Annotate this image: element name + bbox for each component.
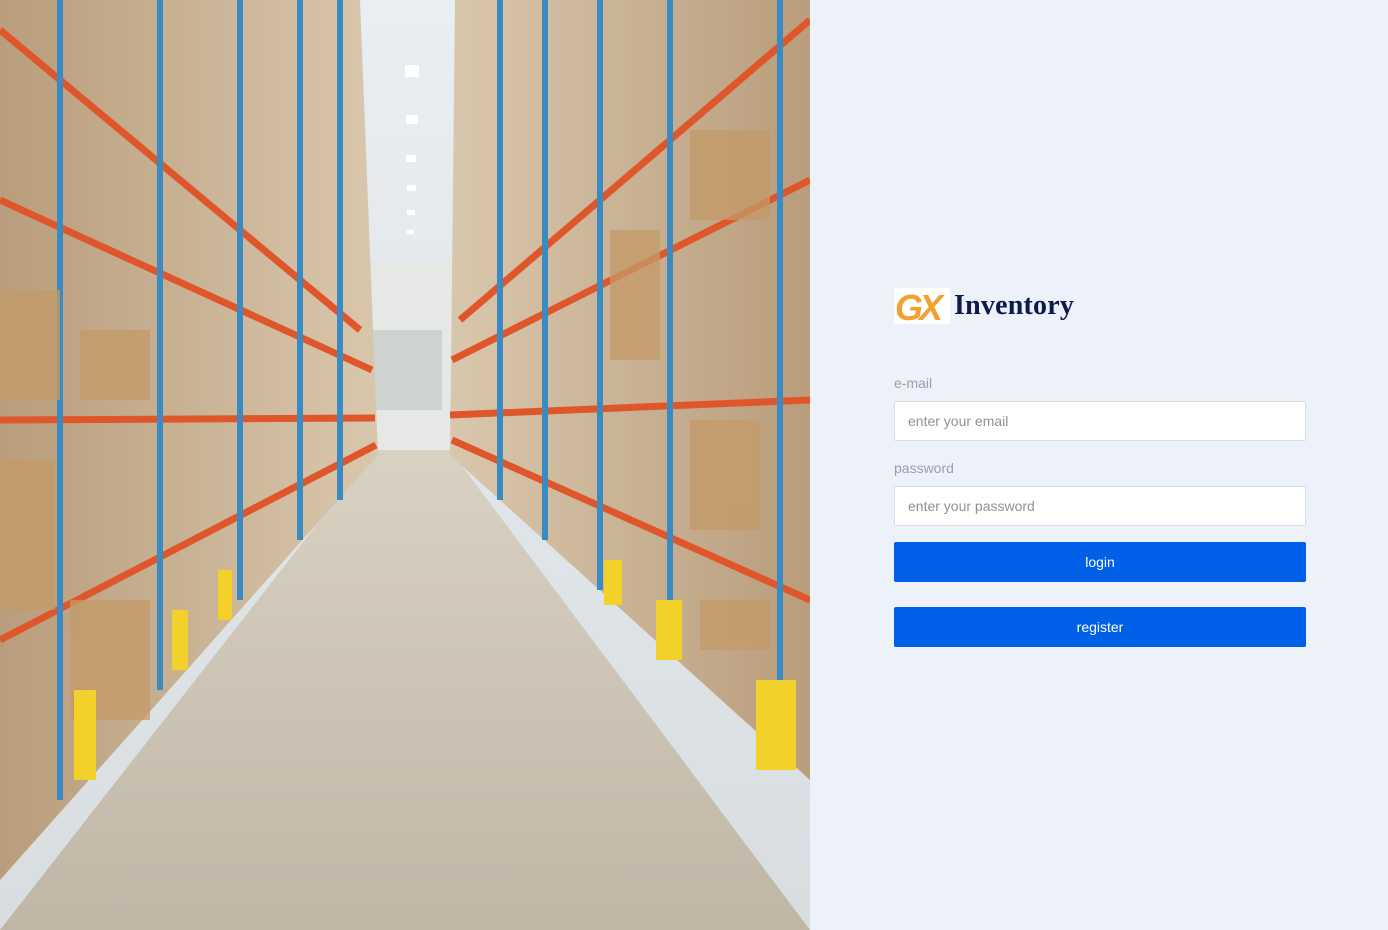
brand-header: GX Inventory <box>894 286 1074 326</box>
logo-text: GX <box>895 287 945 326</box>
email-field[interactable] <box>894 401 1306 441</box>
email-label: e-mail <box>894 375 933 391</box>
warehouse-hero-image <box>0 0 810 930</box>
register-button[interactable]: register <box>894 607 1306 647</box>
gx-logo-icon: GX <box>894 287 950 326</box>
brand-name: Inventory <box>954 290 1075 321</box>
login-panel: GX Inventory e-mail password login regis… <box>810 0 1388 930</box>
password-label: password <box>894 460 954 476</box>
login-button[interactable]: login <box>894 542 1306 582</box>
password-field[interactable] <box>894 486 1306 526</box>
